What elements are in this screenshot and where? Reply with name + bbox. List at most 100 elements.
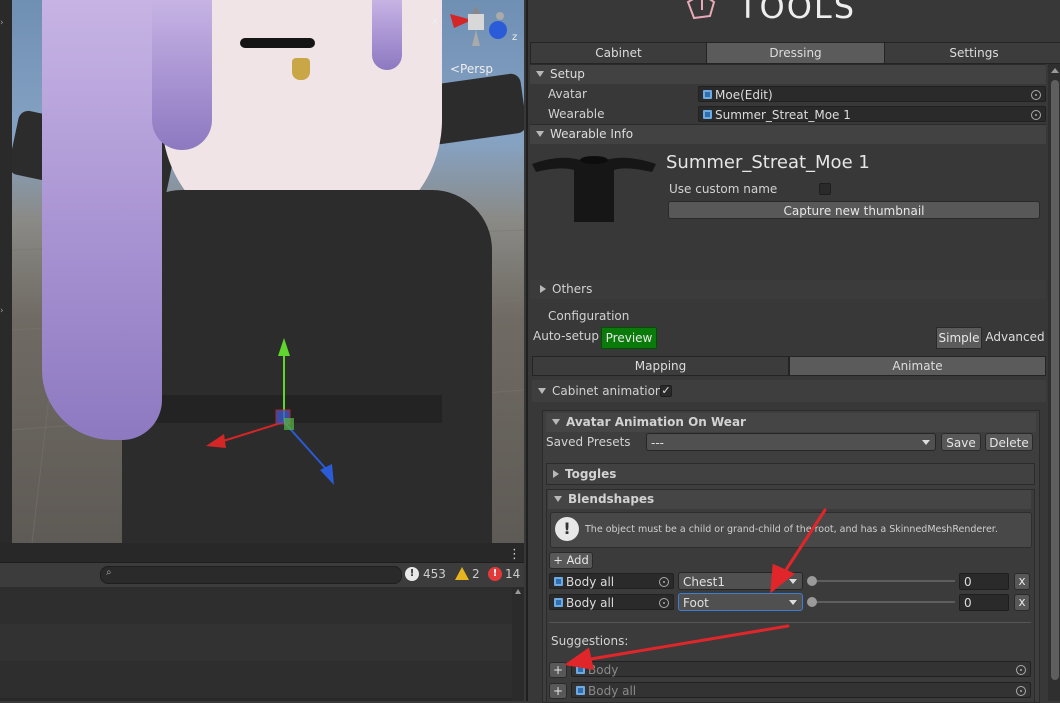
- tab-mapping[interactable]: Mapping: [532, 356, 789, 376]
- scroll-up-icon[interactable]: [515, 589, 521, 594]
- cabinet-animation-foldout[interactable]: Cabinet animation ✓: [532, 380, 1046, 402]
- wearable-thumbnail: [532, 156, 656, 222]
- divider: [549, 622, 1031, 623]
- blendshape-name-value: Foot: [683, 596, 709, 610]
- console-row[interactable]: [0, 661, 512, 698]
- preview-toggle[interactable]: Preview: [601, 327, 657, 349]
- blendshape-object-field[interactable]: Body all: [549, 594, 674, 610]
- advanced-mode-button[interactable]: Advanced: [983, 327, 1047, 347]
- tools-panel: TOOLS Cabinet Dressing Settings Setup Av…: [526, 0, 1060, 703]
- error-icon[interactable]: !: [488, 567, 502, 581]
- object-picker-icon[interactable]: [1031, 110, 1041, 120]
- help-text: The object must be a child or grand-chil…: [585, 524, 998, 535]
- dropdown-arrow-icon: [789, 579, 797, 584]
- bell-charm: [292, 58, 310, 80]
- add-suggestion-button[interactable]: +: [549, 662, 567, 678]
- console-search-input[interactable]: ⌕: [100, 566, 402, 584]
- auto-setup-button[interactable]: Auto-setup: [533, 329, 599, 343]
- view-orientation-gizmo[interactable]: x z: [430, 6, 522, 56]
- object-picker-icon[interactable]: [659, 577, 669, 587]
- scroll-up-icon[interactable]: [1051, 68, 1059, 73]
- blendshape-slider[interactable]: [813, 580, 955, 582]
- scene-view[interactable]: › › x z <Persp: [0, 0, 524, 543]
- save-preset-button[interactable]: Save: [941, 433, 981, 451]
- presets-value: ---: [651, 436, 664, 450]
- avatar-object-field[interactable]: Moe(Edit): [698, 86, 1046, 102]
- delete-preset-button[interactable]: Delete: [985, 433, 1033, 451]
- scroll-thumb[interactable]: [1051, 80, 1059, 680]
- saved-presets-label: Saved Presets: [546, 435, 631, 449]
- setup-header-label: Setup: [550, 67, 585, 81]
- saved-presets-dropdown[interactable]: ---: [646, 433, 936, 451]
- add-suggestion-button[interactable]: +: [549, 683, 567, 699]
- wearable-value: Summer_Streat_Moe 1: [715, 108, 851, 122]
- blendshape-object-field[interactable]: Body all: [549, 573, 674, 589]
- add-blendshape-button[interactable]: + Add: [549, 552, 593, 569]
- collapse-left-icon[interactable]: ›: [0, 18, 10, 28]
- warning-icon[interactable]: [455, 567, 469, 580]
- tab-animate[interactable]: Animate: [789, 356, 1046, 376]
- suggestion-object-field: Body all: [571, 682, 1031, 698]
- console-row[interactable]: [0, 624, 512, 661]
- blendshape-name-dropdown[interactable]: Chest1: [678, 572, 803, 590]
- cabinet-animation-checkbox[interactable]: ✓: [660, 385, 672, 397]
- remove-blendshape-button[interactable]: x: [1014, 573, 1030, 590]
- more-menu-icon[interactable]: ⋮: [508, 547, 521, 562]
- blendshape-value-field[interactable]: 0: [959, 594, 1009, 611]
- slider-handle[interactable]: [807, 597, 817, 607]
- blendshape-name-value: Chest1: [683, 575, 725, 589]
- tab-cabinet[interactable]: Cabinet: [530, 42, 707, 64]
- wearable-info-header[interactable]: Wearable Info: [530, 124, 1046, 144]
- wearable-object-field[interactable]: Summer_Streat_Moe 1: [698, 106, 1046, 122]
- blendshape-name-dropdown[interactable]: Foot: [678, 593, 803, 611]
- blendshape-slider[interactable]: [813, 601, 955, 603]
- capture-thumbnail-button[interactable]: Capture new thumbnail: [668, 201, 1040, 219]
- collapse-left-icon-2[interactable]: ›: [0, 306, 10, 316]
- console-scrollbar[interactable]: [512, 587, 524, 701]
- avatar-animation-header-label: Avatar Animation On Wear: [566, 415, 746, 429]
- gizmo-z-label: z: [512, 32, 518, 43]
- object-picker-icon[interactable]: [659, 598, 669, 608]
- gameobject-icon: [554, 598, 563, 607]
- collapsed-triangle-icon: [540, 285, 546, 293]
- remove-blendshape-button[interactable]: x: [1014, 594, 1030, 611]
- info-icon[interactable]: !: [405, 567, 419, 581]
- cabinet-animation-label: Cabinet animation: [552, 384, 663, 398]
- toggles-label: Toggles: [565, 467, 617, 481]
- info-count: 453: [423, 567, 446, 581]
- custom-name-checkbox[interactable]: [819, 183, 831, 195]
- help-box: ! The object must be a child or grand-ch…: [550, 512, 1032, 548]
- tab-dressing[interactable]: Dressing: [706, 42, 885, 64]
- expand-triangle-icon: [552, 419, 560, 425]
- avatar-hair-left: [42, 0, 162, 440]
- others-foldout[interactable]: Others: [530, 280, 1046, 299]
- object-picker-icon: [1016, 665, 1026, 675]
- expand-triangle-icon: [536, 71, 544, 77]
- simple-mode-button[interactable]: Simple: [936, 327, 982, 349]
- blendshape-object-value: Body all: [566, 575, 615, 589]
- perspective-label[interactable]: <Persp: [450, 62, 493, 76]
- avatar-animation-header[interactable]: Avatar Animation On Wear: [546, 413, 1036, 432]
- object-picker-icon[interactable]: [1031, 90, 1041, 100]
- tab-settings[interactable]: Settings: [884, 42, 1060, 64]
- suggestion-object-value: Body all: [588, 684, 637, 698]
- custom-name-label: Use custom name: [669, 182, 778, 196]
- suggestion-object-value: Body: [588, 663, 619, 677]
- console-row[interactable]: [0, 587, 512, 624]
- transform-gizmo[interactable]: [192, 330, 352, 500]
- avatar-label: Avatar: [548, 87, 587, 101]
- toggles-foldout[interactable]: Toggles: [546, 463, 1035, 485]
- panel-header: TOOLS: [528, 0, 1060, 40]
- blendshape-value-field[interactable]: 0: [959, 573, 1009, 590]
- dropdown-arrow-icon: [789, 600, 797, 605]
- info-icon: !: [555, 517, 579, 541]
- gizmo-x-label: x: [432, 16, 438, 27]
- slider-handle[interactable]: [807, 576, 817, 586]
- avatar-hair-right: [372, 0, 402, 70]
- configuration-label: Configuration: [548, 309, 630, 323]
- panel-scrollbar[interactable]: [1048, 64, 1060, 701]
- expand-triangle-icon: [554, 496, 562, 502]
- scene-viewport[interactable]: x z <Persp: [12, 0, 524, 543]
- blendshapes-header[interactable]: Blendshapes: [548, 490, 1031, 509]
- setup-header[interactable]: Setup: [530, 64, 1046, 84]
